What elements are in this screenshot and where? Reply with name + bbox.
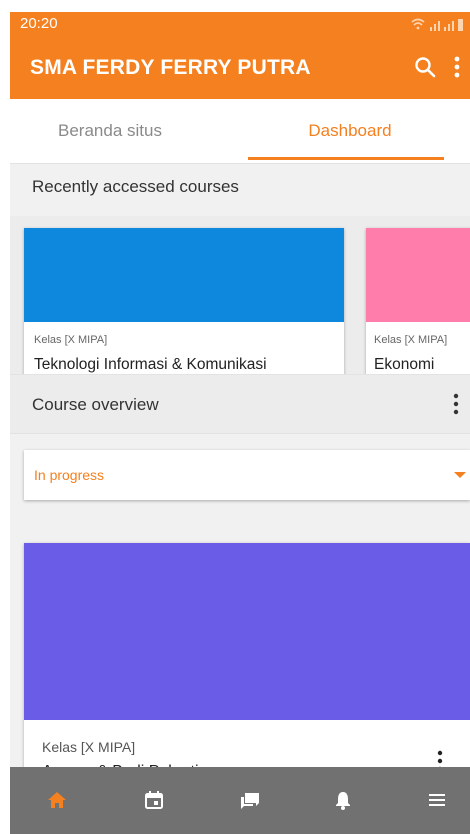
course-image [24, 543, 470, 720]
recent-courses-heading: Recently accessed courses [32, 177, 239, 196]
app-bar: SMA FERDY FERRY PUTRA [10, 36, 470, 99]
notifications-icon[interactable] [332, 789, 354, 811]
tab-site-home[interactable]: Beranda situs [10, 99, 210, 163]
app-screen: 20:20 SMA FERDY FERRY PUTRA Beranda situ… [10, 12, 470, 834]
course-name: Teknologi Informasi & Komunikasi [34, 356, 267, 373]
search-icon[interactable] [414, 56, 436, 78]
course-category: Kelas [X MIPA] [34, 334, 108, 346]
course-overview-heading: Course overview [32, 395, 159, 414]
active-tab-indicator [248, 157, 444, 160]
dropdown-arrow-icon [454, 472, 466, 478]
calendar-icon[interactable] [143, 789, 165, 811]
messages-icon[interactable] [239, 789, 261, 811]
progress-filter-select[interactable]: In progress [24, 450, 470, 500]
filter-selected-value: In progress [34, 467, 105, 483]
status-time: 20:20 [20, 15, 58, 32]
tab-dashboard[interactable]: Dashboard [250, 99, 450, 163]
course-image [24, 228, 344, 322]
course-card-recent[interactable]: Kelas [X MIPA] Teknologi Informasi & Kom… [24, 228, 344, 385]
bottom-nav [10, 767, 470, 834]
more-vert-icon[interactable] [454, 56, 460, 78]
site-title: SMA FERDY FERRY PUTRA [30, 56, 311, 79]
home-icon[interactable] [46, 789, 68, 811]
menu-icon[interactable] [426, 789, 448, 811]
course-card-overview[interactable]: Kelas [X MIPA] Agama & Budi Pekerti [24, 543, 470, 793]
status-bar: 20:20 [10, 12, 470, 36]
more-vert-icon[interactable] [453, 393, 459, 415]
signal-icons [411, 18, 463, 31]
course-card-recent[interactable]: Kelas [X MIPA] Ekonomi [366, 228, 470, 385]
course-image [366, 228, 470, 322]
course-name: Ekonomi [374, 356, 435, 373]
course-category: Kelas [X MIPA] [374, 334, 448, 346]
tab-bar: Beranda situs Dashboard [10, 99, 470, 164]
course-overview-header: Course overview [10, 374, 470, 434]
course-category: Kelas [X MIPA] [42, 739, 136, 755]
